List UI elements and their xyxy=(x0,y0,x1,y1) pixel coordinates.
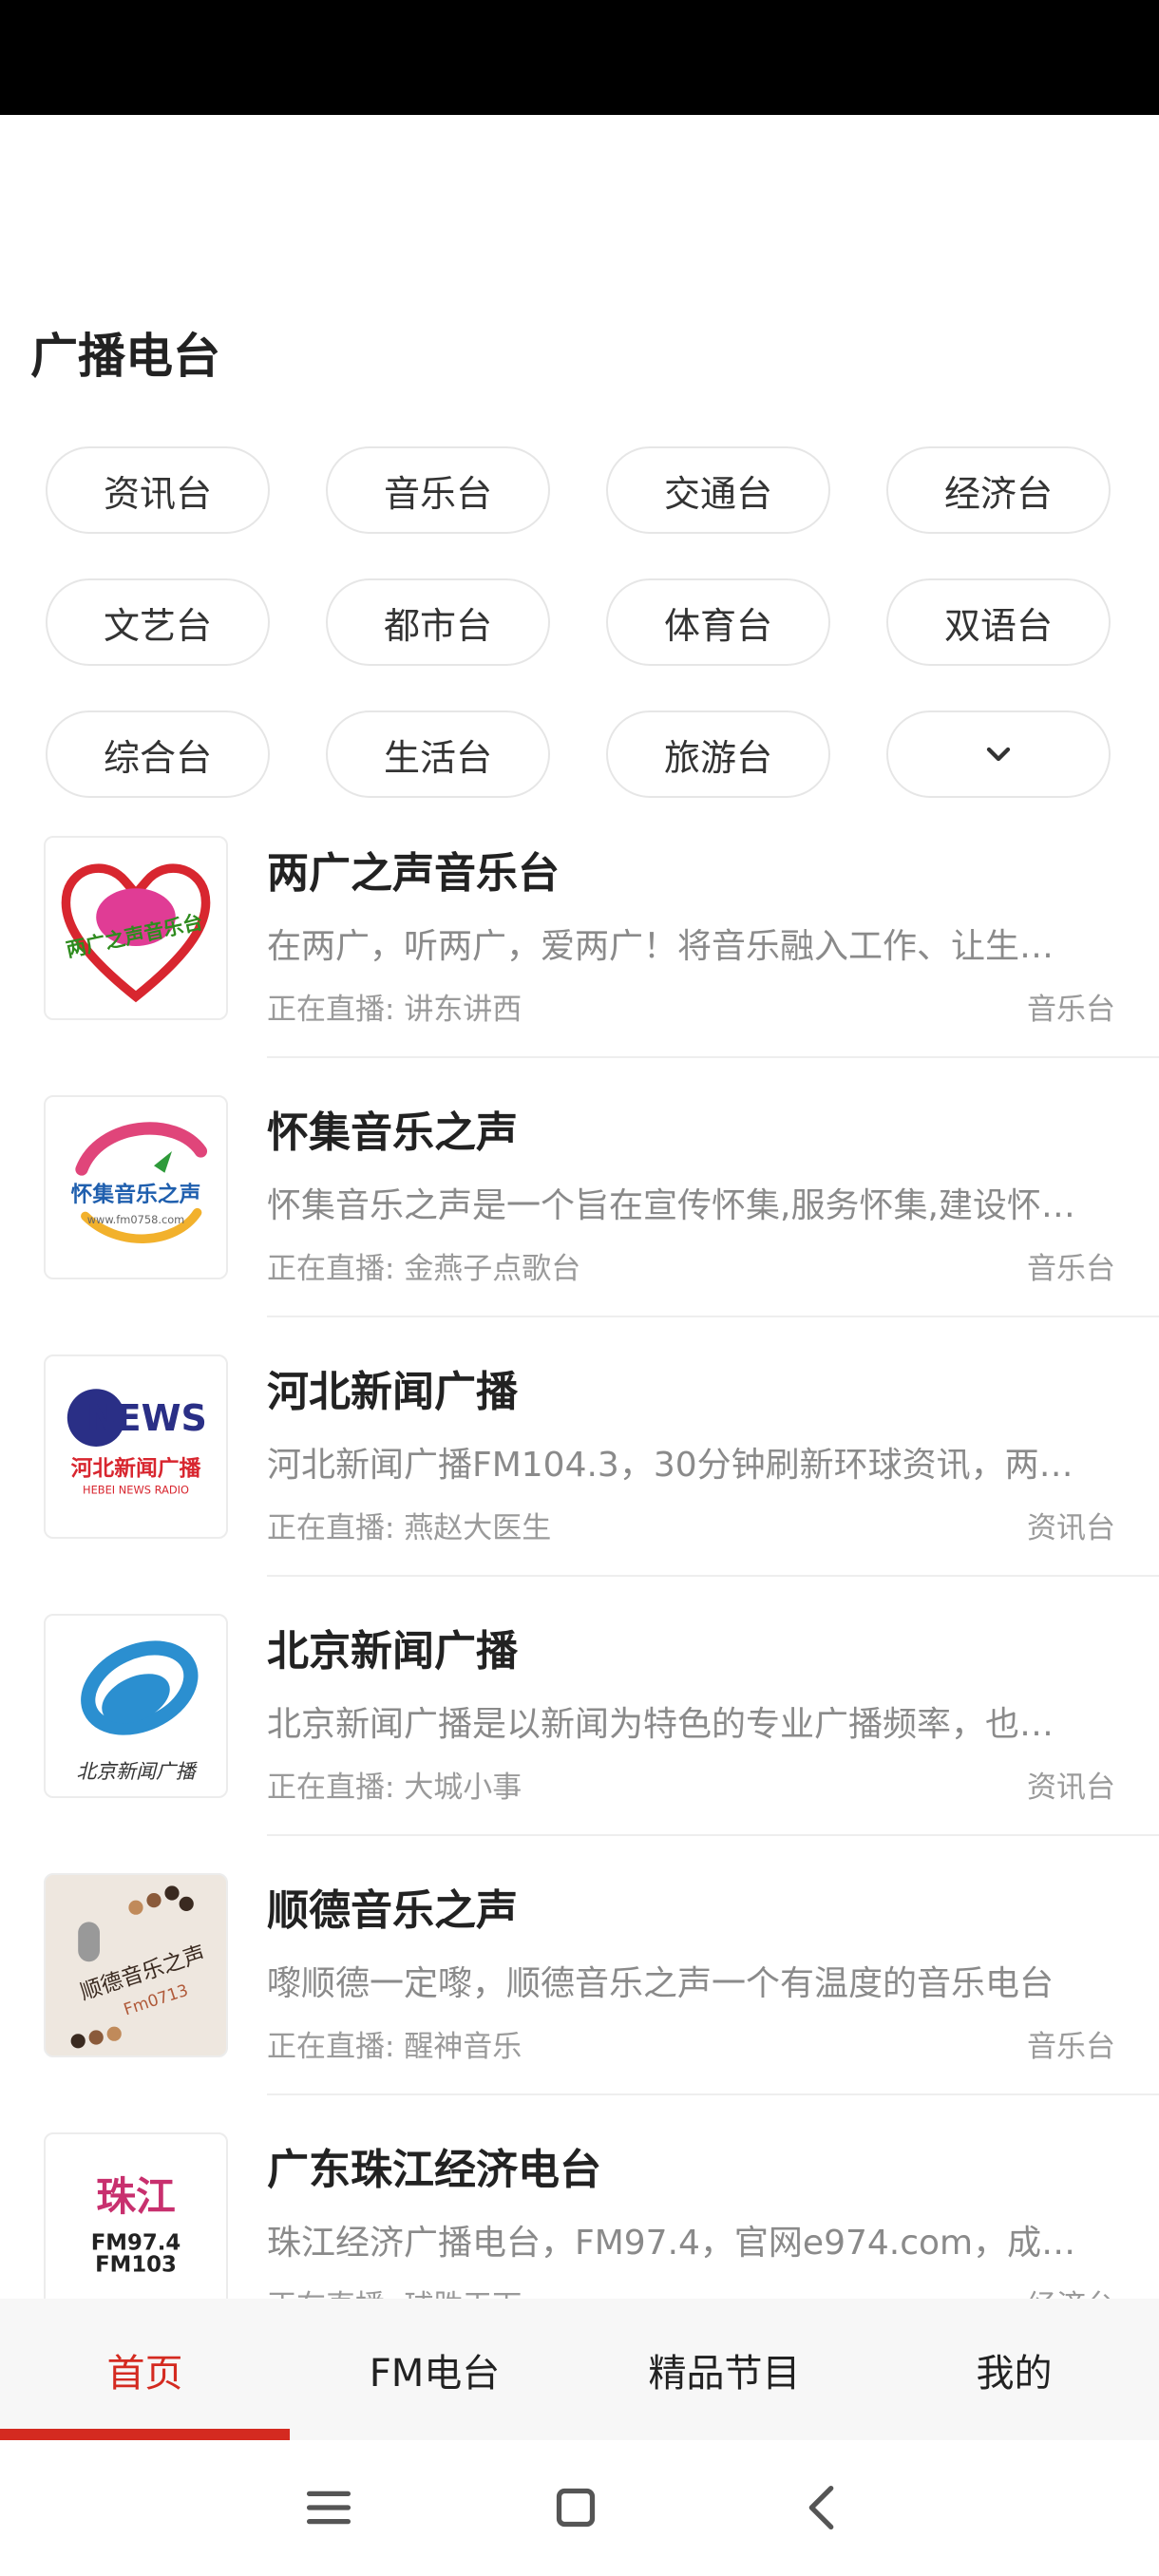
station-name: 顺德音乐之声 xyxy=(267,1886,518,1935)
station-item[interactable]: 顺德音乐之声 Fm0713 顺德音乐之声 嚟顺德一定嚟，顺德音乐之声一个有温度的… xyxy=(0,1859,1159,2118)
menu-button[interactable] xyxy=(295,2474,362,2541)
menu-icon xyxy=(306,2491,352,2525)
station-description: 珠江经济广播电台，FM97.4，官网e974.com，成立于1986年 xyxy=(267,2224,1080,2263)
chip-category[interactable]: 旅游台 xyxy=(606,710,830,798)
station-item[interactable]: 两广之声音乐台 两广之声音乐台 在两广，听两广，爱两广！将音乐融入工作、让生活更… xyxy=(0,822,1159,1081)
station-item[interactable]: 怀集音乐之声 www.fm0758.com 怀集音乐之声 怀集音乐之声是一个旨在… xyxy=(0,1081,1159,1340)
station-live-program: 正在直播: 醒神音乐 xyxy=(267,2030,522,2064)
chip-category[interactable]: 交通台 xyxy=(606,446,830,534)
divider xyxy=(267,1834,1159,1836)
svg-text:HEBEI NEWS RADIO: HEBEI NEWS RADIO xyxy=(83,1483,189,1496)
station-category: 资讯台 xyxy=(1027,1511,1115,1545)
nav-active-indicator xyxy=(0,2429,290,2440)
status-bar xyxy=(0,0,1159,115)
station-logo: 顺德音乐之声 Fm0713 xyxy=(44,1873,228,2057)
station-name: 北京新闻广播 xyxy=(267,1627,518,1676)
station-live-program: 正在直播: 金燕子点歌台 xyxy=(267,1252,581,1286)
svg-text:怀集音乐之声: 怀集音乐之声 xyxy=(71,1182,201,1207)
svg-text:珠江: 珠江 xyxy=(96,2173,176,2220)
svg-text:NEWS: NEWS xyxy=(86,1397,207,1439)
home-button[interactable] xyxy=(542,2474,609,2541)
chip-category[interactable]: 综合台 xyxy=(46,710,270,798)
station-logo: 珠江 FM97.4 FM103 xyxy=(44,2132,228,2299)
station-logo: NEWS 河北新闻广播 HEBEI NEWS RADIO xyxy=(44,1354,228,1539)
nav-home[interactable]: 首页 xyxy=(0,2299,290,2440)
station-logo: 北京新闻广播 xyxy=(44,1614,228,1798)
station-name: 两广之声音乐台 xyxy=(267,849,560,898)
station-name: 河北新闻广播 xyxy=(267,1368,518,1416)
svg-text:www.fm0758.com: www.fm0758.com xyxy=(87,1213,185,1226)
divider xyxy=(267,2093,1159,2095)
chip-category[interactable]: 音乐台 xyxy=(326,446,550,534)
station-name: 广东珠江经济电台 xyxy=(267,2146,601,2194)
station-category: 经济台 xyxy=(1027,2282,1115,2299)
station-category: 音乐台 xyxy=(1027,2030,1115,2064)
station-live-program: 正在直播: 燕赵大医生 xyxy=(267,1511,552,1545)
bottom-nav: 首页 FM电台 精品节目 我的 xyxy=(0,2299,1159,2440)
square-icon xyxy=(556,2488,596,2528)
back-button[interactable] xyxy=(789,2474,856,2541)
system-nav-bar xyxy=(0,2440,1159,2576)
page-title: 广播电台 xyxy=(30,329,220,384)
divider xyxy=(267,1056,1159,1058)
station-description: 河北新闻广播FM104.3，30分钟刷新环球资讯，两小时滚动播报 xyxy=(267,1446,1080,1485)
nav-featured-programs[interactable]: 精品节目 xyxy=(580,2299,869,2440)
chip-category[interactable]: 体育台 xyxy=(606,578,830,666)
divider xyxy=(267,1316,1159,1317)
station-live-program: 正在直播: 大城小事 xyxy=(267,1771,522,1805)
chip-category[interactable]: 双语台 xyxy=(886,578,1111,666)
nav-fm-radio[interactable]: FM电台 xyxy=(290,2299,580,2440)
chip-category[interactable]: 资讯台 xyxy=(46,446,270,534)
station-description: 嚟顺德一定嚟，顺德音乐之声一个有温度的音乐电台 xyxy=(267,1964,1054,2003)
svg-text:FM103: FM103 xyxy=(95,2252,177,2277)
station-logo: 怀集音乐之声 www.fm0758.com xyxy=(44,1095,228,1279)
station-live-program: 正在直播: 球胜天下 xyxy=(267,2282,522,2299)
chip-category[interactable]: 经济台 xyxy=(886,446,1111,534)
svg-text:河北新闻广播: 河北新闻广播 xyxy=(71,1455,201,1481)
expand-categories-button[interactable] xyxy=(886,710,1111,798)
station-item[interactable]: NEWS 河北新闻广播 HEBEI NEWS RADIO 河北新闻广播 河北新闻… xyxy=(0,1340,1159,1600)
back-icon xyxy=(808,2485,834,2530)
svg-text:北京新闻广播: 北京新闻广播 xyxy=(76,1760,197,1783)
station-item[interactable]: 北京新闻广播 北京新闻广播 北京新闻广播是以新闻为特色的专业广播频率，也是北京地… xyxy=(0,1600,1159,1859)
station-list[interactable]: 两广之声音乐台 两广之声音乐台 在两广，听两广，爱两广！将音乐融入工作、让生活更… xyxy=(0,822,1159,2299)
chip-category[interactable]: 文艺台 xyxy=(46,578,270,666)
station-live-program: 正在直播: 讲东讲西 xyxy=(267,993,522,1027)
station-description: 在两广，听两广，爱两广！将音乐融入工作、让生活更美好 xyxy=(267,927,1080,966)
chip-category[interactable]: 生活台 xyxy=(326,710,550,798)
station-category: 音乐台 xyxy=(1027,993,1115,1027)
station-item[interactable]: 珠江 FM97.4 FM103 广东珠江经济电台 珠江经济广播电台，FM97.4… xyxy=(0,2118,1159,2299)
divider xyxy=(267,1575,1159,1577)
station-description: 北京新闻广播是以新闻为特色的专业广播频率，也是北京地区的主流媒体 xyxy=(267,1705,1080,1744)
station-category: 资讯台 xyxy=(1027,1771,1115,1805)
station-logo: 两广之声音乐台 xyxy=(44,836,228,1020)
chevron-down-icon xyxy=(986,747,1011,762)
station-description: 怀集音乐之声是一个旨在宣传怀集,服务怀集,建设怀集的电台 xyxy=(267,1186,1080,1225)
station-category: 音乐台 xyxy=(1027,1252,1115,1286)
chip-category[interactable]: 都市台 xyxy=(326,578,550,666)
nav-mine[interactable]: 我的 xyxy=(869,2299,1159,2440)
station-name: 怀集音乐之声 xyxy=(267,1108,518,1157)
